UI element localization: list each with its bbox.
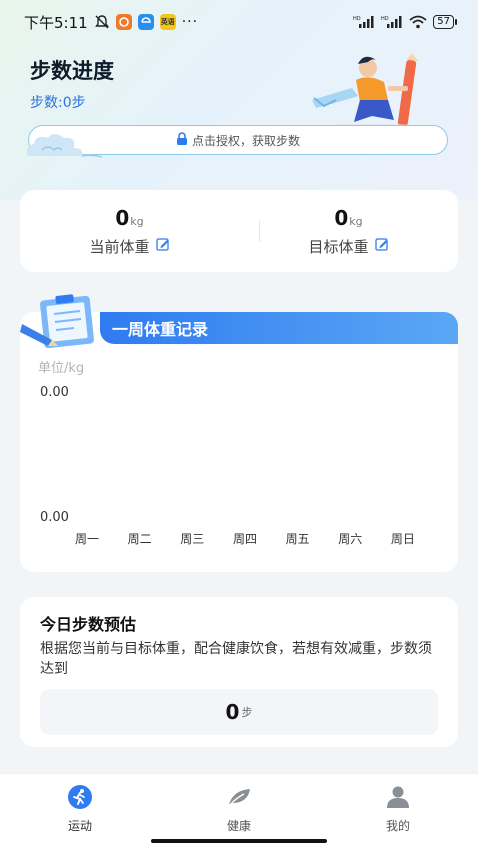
signal-2-icon: HD <box>381 15 403 29</box>
edit-icon[interactable] <box>374 237 389 255</box>
day-label: 周四 <box>232 532 257 546</box>
estimate-description: 根据您当前与目标体重，配合健康饮食，若想有效减重，步数须达到 <box>40 641 432 677</box>
tab-sport[interactable]: 运动 <box>40 784 120 834</box>
y-axis-bottom-label: 0.00 <box>40 510 69 525</box>
estimate-title: 今日步数预估 <box>40 615 137 634</box>
day-label: 周二 <box>127 532 152 546</box>
target-weight-section[interactable]: 0kg 目标体重 <box>239 190 458 272</box>
lock-icon <box>176 131 188 149</box>
day-label: 周三 <box>180 532 205 546</box>
signal-1-hd-label: HD <box>353 16 361 22</box>
person-with-pencil-illustration <box>310 53 430 132</box>
current-weight-label: 当前体重 <box>89 237 150 256</box>
weekly-weight-card: 一周体重记录 单位/kg 0.00 0.00 周一 周二 周三 周四 周五 周六… <box>20 294 458 572</box>
day-label: 周一 <box>74 532 99 546</box>
estimate-value-box: 0 步 <box>40 689 438 735</box>
target-weight-unit: kg <box>349 214 363 228</box>
target-weight-value: 0 <box>334 205 349 230</box>
leaf-icon <box>226 784 252 813</box>
steps-count-label: 步数:0步 <box>30 95 86 111</box>
browser-notification-icon <box>137 14 154 30</box>
tab-sport-label: 运动 <box>67 819 92 833</box>
target-weight-label: 目标体重 <box>308 237 369 256</box>
tab-mine-label: 我的 <box>385 819 410 833</box>
day-label: 周日 <box>390 532 415 546</box>
running-icon <box>67 784 93 813</box>
weekly-weight-title: 一周体重记录 <box>112 320 209 339</box>
app-notification-icon <box>115 14 132 30</box>
chart-unit-label: 单位/kg <box>38 361 85 376</box>
tab-health-label: 健康 <box>226 819 251 833</box>
home-indicator[interactable] <box>151 839 327 843</box>
x-axis-labels: 周一 周二 周三 周四 周五 周六 周日 <box>65 530 425 547</box>
day-label: 周六 <box>338 532 363 546</box>
cloud-decoration-icon <box>26 134 103 158</box>
y-axis-top-label: 0.00 <box>40 385 69 400</box>
current-weight-unit: kg <box>130 214 144 228</box>
more-notifications-icon: ··· <box>181 14 199 30</box>
weight-divider <box>259 220 260 242</box>
authorize-text: 点击授权，获取步数 <box>191 133 300 148</box>
english-app-icon: 英语 <box>159 14 176 30</box>
clipboard-icon <box>20 294 94 349</box>
page-title: 步数进度 <box>30 59 114 83</box>
battery-indicator: 57 <box>433 15 457 29</box>
day-label: 周五 <box>285 532 310 546</box>
wifi-icon <box>409 15 427 29</box>
current-weight-value: 0 <box>115 205 130 230</box>
estimate-value: 0 <box>225 700 240 724</box>
tab-mine[interactable]: 我的 <box>358 784 438 834</box>
weight-card: 0kg 当前体重 0kg 目标体重 <box>20 190 458 272</box>
status-time: 下午5:11 <box>24 13 88 32</box>
weekly-weight-header: 一周体重记录 <box>100 312 458 344</box>
signal-1-icon: HD <box>353 15 375 29</box>
signal-2-hd-label: HD <box>381 16 389 22</box>
status-bar: 下午5:11 英语 ··· HD HD 57 <box>0 0 478 44</box>
edit-icon[interactable] <box>155 237 170 255</box>
current-weight-section[interactable]: 0kg 当前体重 <box>20 190 239 272</box>
tab-health[interactable]: 健康 <box>199 784 279 834</box>
step-estimate-card: 今日步数预估 根据您当前与目标体重，配合健康饮食，若想有效减重，步数须达到 0 … <box>20 597 458 747</box>
mute-bell-icon <box>94 14 110 30</box>
estimate-unit: 步 <box>241 706 253 719</box>
user-icon <box>385 784 411 813</box>
